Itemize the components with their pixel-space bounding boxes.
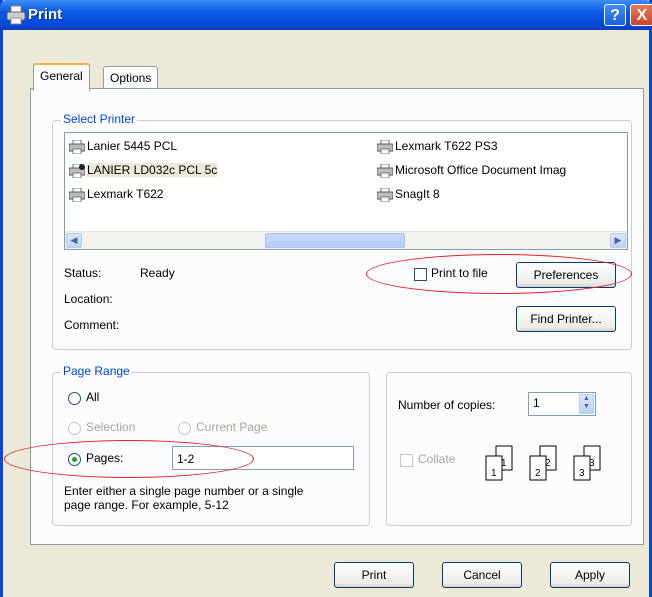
collate-page-number: 3	[579, 468, 585, 479]
collate-page-number: 1	[491, 468, 497, 479]
status-label: Status:	[64, 266, 102, 280]
scroll-right-icon[interactable]: ▶	[610, 233, 626, 248]
current-page-radio[interactable]	[178, 422, 191, 435]
printer-list[interactable]: Lanier 5445 PCL LANIER LD032c PCL 5c Lex…	[64, 132, 628, 250]
location-label: Location:	[64, 292, 113, 306]
preferences-button[interactable]: Preferences	[516, 262, 616, 288]
close-button[interactable]: X	[630, 4, 652, 26]
status-value: Ready	[140, 266, 175, 280]
printer-name: LANIER LD032c PCL 5c	[87, 163, 218, 177]
page-range-help-line2: page range. For example, 5-12	[64, 498, 229, 512]
printer-icon	[377, 163, 393, 178]
printer-name: Lexmark T622	[87, 187, 164, 201]
tab-general[interactable]: General	[33, 63, 90, 91]
selection-label[interactable]: Selection	[86, 420, 135, 434]
printer-icon	[377, 139, 393, 154]
tab-options-label: Options	[110, 71, 152, 85]
pages-label[interactable]: Pages:	[86, 451, 123, 465]
printer-icon	[69, 139, 85, 154]
print-to-file-label[interactable]: Print to file	[431, 266, 488, 280]
select-printer-label: Select Printer	[61, 112, 138, 126]
horizontal-scrollbar[interactable]: ◀ ▶	[65, 231, 627, 249]
collate-checkbox[interactable]	[400, 454, 413, 467]
printer-item[interactable]: Lexmark T622	[69, 185, 163, 203]
all-radio[interactable]	[68, 392, 81, 405]
collate-pages-icon: 1 1 2 2 3 3	[485, 445, 601, 481]
current-page-label[interactable]: Current Page	[196, 420, 267, 434]
printer-item-selected[interactable]: LANIER LD032c PCL 5c	[69, 161, 218, 179]
printer-icon	[69, 187, 85, 202]
printer-item[interactable]: Lanier 5445 PCL	[69, 137, 177, 155]
help-button[interactable]: ?	[604, 4, 626, 26]
printer-icon	[377, 187, 393, 202]
printer-name: Lanier 5445 PCL	[87, 139, 178, 153]
title-bar[interactable]: Print ? X	[0, 0, 652, 30]
print-to-file-checkbox[interactable]	[414, 268, 427, 281]
radio-selected-dot	[72, 457, 77, 462]
printer-name: Microsoft Office Document Imag	[395, 163, 567, 177]
printer-icon	[6, 5, 26, 25]
scroll-thumb[interactable]	[265, 233, 405, 248]
printer-item[interactable]: SnagIt 8	[377, 185, 440, 203]
copies-spinner[interactable]: 1 ▲ ▼	[528, 392, 596, 416]
printer-name: Lexmark T622 PS3	[395, 139, 498, 153]
page-range-label: Page Range	[61, 364, 132, 378]
collate-label[interactable]: Collate	[418, 452, 455, 466]
copies-value: 1	[533, 396, 540, 410]
printer-name: SnagIt 8	[395, 187, 440, 201]
cancel-button[interactable]: Cancel	[442, 562, 522, 588]
default-printer-icon	[69, 163, 85, 178]
collate-page-number: 2	[535, 468, 541, 479]
print-button[interactable]: Print	[334, 562, 414, 588]
find-printer-button[interactable]: Find Printer...	[516, 306, 616, 332]
printer-item[interactable]: Lexmark T622 PS3	[377, 137, 498, 155]
window-title: Print	[28, 6, 63, 23]
spin-updown-icon[interactable]: ▲ ▼	[579, 394, 594, 414]
scroll-left-icon[interactable]: ◀	[66, 233, 82, 248]
pages-input[interactable]: 1-2	[172, 446, 354, 470]
tab-general-label: General	[40, 69, 83, 83]
comment-label: Comment:	[64, 318, 120, 332]
apply-button[interactable]: Apply	[550, 562, 630, 588]
printer-item[interactable]: Microsoft Office Document Imag	[377, 161, 566, 179]
selection-radio[interactable]	[68, 422, 81, 435]
tab-options[interactable]: Options	[103, 66, 159, 89]
page-range-help-line1: Enter either a single page number or a s…	[64, 484, 304, 498]
all-label[interactable]: All	[86, 390, 99, 404]
number-of-copies-label: Number of copies:	[398, 398, 496, 412]
pages-radio[interactable]	[68, 453, 81, 466]
